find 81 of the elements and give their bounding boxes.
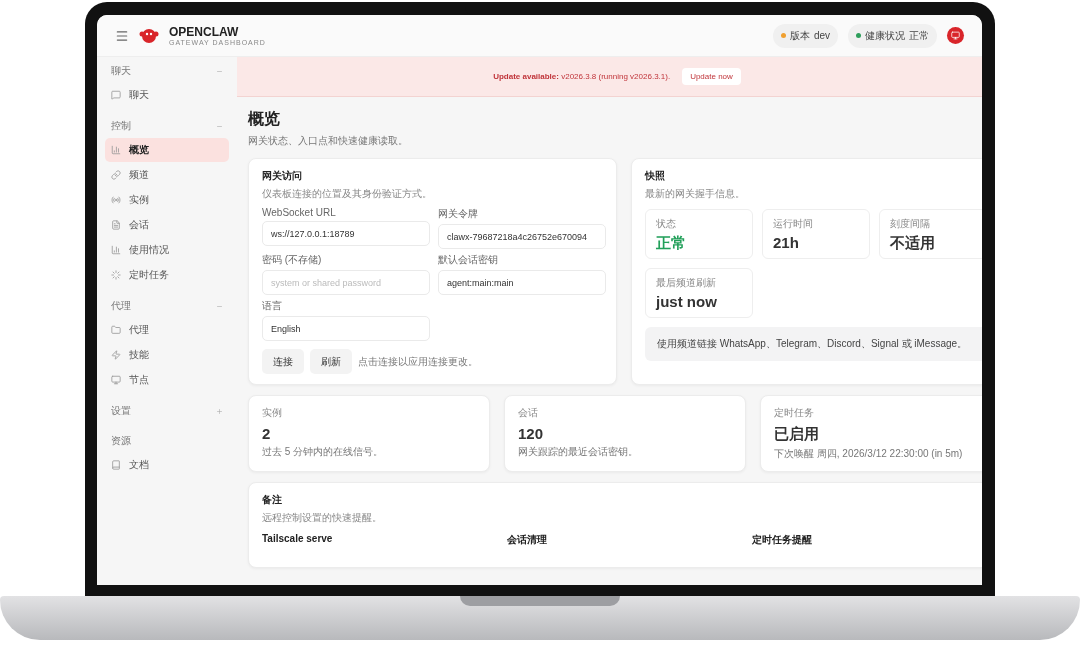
summary-description: 网关跟踪的最近会话密钥。 xyxy=(518,445,639,459)
update-message: Update available: v2026.3.8 (running v2026.3.1). xyxy=(493,72,671,81)
claw-logo-icon xyxy=(139,26,159,45)
sidebar-group-label: 设置 xyxy=(111,404,131,418)
pill-value: 正常 xyxy=(909,28,929,43)
expand-icon[interactable] xyxy=(216,407,223,415)
sidebar-group-label: 代理 xyxy=(111,299,131,313)
note-heading: 定时任务提醒 xyxy=(752,533,813,547)
lightning-icon xyxy=(111,350,121,360)
sidebar-item[interactable]: 文档 xyxy=(105,453,229,477)
stat-value: 不适用 xyxy=(890,234,936,253)
card-subtitle: 最新的网关握手信息。 xyxy=(645,187,746,201)
stat-label: 最后频道刷新 xyxy=(656,276,717,290)
sidebar-item[interactable]: 会话 xyxy=(105,213,229,237)
sidebar-item[interactable]: 使用情况 xyxy=(105,238,229,262)
sidebar-group-label: 聊天 xyxy=(111,64,131,78)
summary-value: 120 xyxy=(518,425,545,442)
stat-value: just now xyxy=(656,293,718,310)
sidebar-item[interactable]: 代理 xyxy=(105,318,229,342)
stat-value: 21h xyxy=(773,234,800,251)
summary-label: 定时任务 xyxy=(774,406,815,420)
page-subtitle: 网关状态、入口点和快速健康读取。 xyxy=(248,134,409,148)
bar-chart-icon xyxy=(111,145,121,155)
summary-label: 会话 xyxy=(518,406,539,420)
folder-icon xyxy=(111,325,121,335)
summary-description: 下次唤醒 周四, 2026/3/12 22:30:00 (in 5m) xyxy=(774,447,964,461)
connect-button[interactable]: 连接 xyxy=(262,349,304,374)
menu-icon[interactable] xyxy=(115,28,129,43)
bar-chart-icon xyxy=(111,245,121,255)
monitor-icon xyxy=(951,31,960,40)
stat-label: 运行时间 xyxy=(773,217,814,231)
field-label: 语言 xyxy=(262,299,283,313)
hint-text: 点击连接以应用连接更改。 xyxy=(358,354,478,369)
pill-label: 版本 xyxy=(789,28,810,43)
input-field[interactable]: ws://127.0.0.1:18789 xyxy=(262,221,430,246)
sidebar-item[interactable]: 频道 xyxy=(105,163,229,187)
stat-value: 正常 xyxy=(656,234,687,253)
chat-bubble-icon xyxy=(111,90,121,100)
monitor-icon xyxy=(111,375,121,385)
card-title: 备注 xyxy=(262,493,283,507)
book-icon xyxy=(111,460,121,470)
summary-label: 实例 xyxy=(262,406,283,420)
avatar-button[interactable] xyxy=(947,27,964,44)
sidebar-group-label: 资源 xyxy=(111,434,131,448)
input-field[interactable]: agent:main:main xyxy=(438,270,606,295)
input-field[interactable]: English xyxy=(262,316,430,341)
field-label: WebSocket URL xyxy=(262,207,337,218)
brand-name: OPENCLAW xyxy=(169,25,240,39)
summary-description: 过去 5 分钟内的在线信号。 xyxy=(262,445,385,459)
channel-note: 使用频道链接 WhatsApp、Telegram、Discord、Signal 或 iMessage。 xyxy=(645,327,982,361)
update-now-button[interactable]: Update now xyxy=(682,68,741,85)
document-icon xyxy=(111,220,121,230)
sidebar-item[interactable]: 聊天 xyxy=(105,83,229,107)
field-label: 密码 (不存储) xyxy=(262,253,323,267)
sidebar-item[interactable]: 技能 xyxy=(105,343,229,367)
stat-label: 状态 xyxy=(656,217,677,231)
field-label: 网关令牌 xyxy=(438,207,479,221)
card-subtitle: 远程控制设置的快速提醒。 xyxy=(262,511,383,525)
refresh-button[interactable]: 刷新 xyxy=(310,349,352,374)
stat-label: 刻度间隔 xyxy=(890,217,931,231)
input-field[interactable]: clawx-79687218a4c26752e670094 xyxy=(438,224,606,249)
sidebar-group-label: 控制 xyxy=(111,119,131,133)
link-icon xyxy=(111,170,121,180)
loader-icon xyxy=(111,270,121,280)
radio-waves-icon xyxy=(111,195,121,205)
sidebar-item[interactable]: 定时任务 xyxy=(105,263,229,287)
pill-label: 健康状况 xyxy=(865,28,905,43)
page-title: 概览 xyxy=(248,109,281,129)
summary-value: 已启用 xyxy=(774,425,820,444)
sidebar-item[interactable]: 节点 xyxy=(105,368,229,392)
sidebar-item[interactable]: 实例 xyxy=(105,188,229,212)
pill-value: dev xyxy=(813,30,830,41)
card-title: 快照 xyxy=(645,169,666,183)
card-subtitle: 仪表板连接的位置及其身份验证方式。 xyxy=(262,187,433,201)
card-title: 网关访问 xyxy=(262,169,303,183)
note-heading: Tailscale serve xyxy=(262,533,334,546)
sidebar-item[interactable]: 概览 xyxy=(105,138,229,162)
summary-value: 2 xyxy=(262,425,272,442)
field-label: 默认会话密钥 xyxy=(438,253,499,267)
note-heading: 会话清理 xyxy=(507,533,548,547)
input-field[interactable]: system or shared password xyxy=(262,270,430,295)
